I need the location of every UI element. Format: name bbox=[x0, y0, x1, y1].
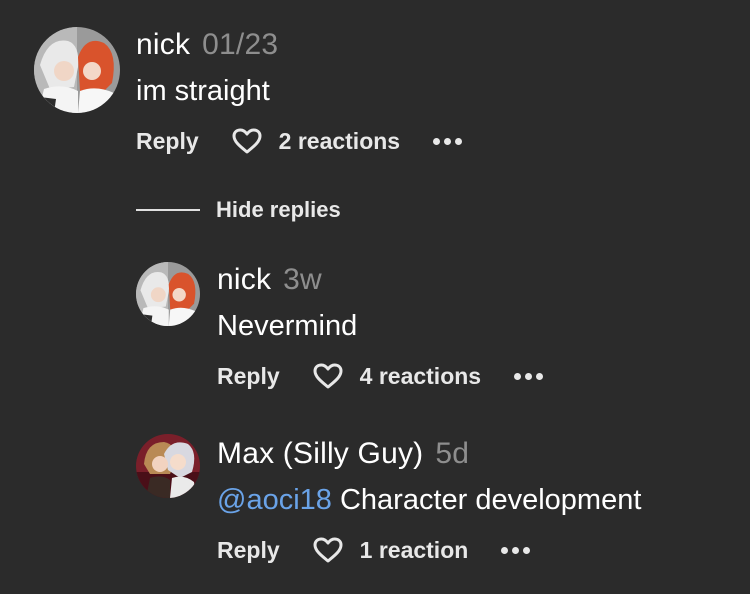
avatar[interactable] bbox=[34, 27, 120, 113]
more-options-icon[interactable] bbox=[501, 546, 531, 554]
reply-timestamp: 3w bbox=[283, 263, 322, 296]
mention-link[interactable]: @aoci18 bbox=[217, 484, 332, 516]
comment-timestamp: 01/23 bbox=[202, 28, 279, 61]
heart-icon[interactable] bbox=[312, 362, 344, 390]
author-name[interactable]: Max (Silly Guy) bbox=[217, 437, 423, 470]
avatar-image bbox=[136, 434, 200, 498]
reply-button[interactable]: Reply bbox=[217, 363, 280, 390]
avatar[interactable] bbox=[136, 434, 200, 498]
hide-replies-button[interactable]: Hide replies bbox=[136, 197, 341, 223]
more-options-icon[interactable] bbox=[433, 137, 463, 145]
heart-icon[interactable] bbox=[312, 536, 344, 564]
reply-button[interactable]: Reply bbox=[217, 537, 280, 564]
reply-button[interactable]: Reply bbox=[136, 128, 199, 155]
reply-author[interactable]: nick 3w bbox=[217, 263, 322, 297]
reactions-count[interactable]: 2 reactions bbox=[279, 128, 400, 155]
hide-replies-label[interactable]: Hide replies bbox=[216, 197, 341, 223]
comment-author[interactable]: nick 01/23 bbox=[136, 28, 278, 62]
reactions-count[interactable]: 4 reactions bbox=[360, 363, 481, 390]
comment-thread: nick 01/23 im straight Reply 2 reactions … bbox=[0, 0, 750, 594]
author-name[interactable]: nick bbox=[136, 28, 190, 61]
comment-actions: Reply 2 reactions bbox=[136, 127, 463, 155]
more-options-icon[interactable] bbox=[514, 372, 544, 380]
reply-actions: Reply 4 reactions bbox=[217, 362, 544, 390]
reply-timestamp: 5d bbox=[435, 437, 470, 470]
reply-actions: Reply 1 reaction bbox=[217, 536, 531, 564]
reply-text: @aoci18 Character development bbox=[217, 484, 641, 517]
reply-text: Nevermind bbox=[217, 310, 358, 342]
avatar-image bbox=[34, 27, 120, 113]
comment-text: im straight bbox=[136, 75, 270, 107]
reply-author[interactable]: Max (Silly Guy) 5d bbox=[217, 437, 469, 471]
avatar[interactable] bbox=[136, 262, 200, 326]
heart-icon[interactable] bbox=[231, 127, 263, 155]
avatar-image bbox=[136, 262, 200, 326]
thread-divider bbox=[136, 209, 200, 211]
author-name[interactable]: nick bbox=[217, 263, 271, 296]
reply-text-body: Character development bbox=[331, 484, 642, 516]
reactions-count[interactable]: 1 reaction bbox=[360, 537, 469, 564]
